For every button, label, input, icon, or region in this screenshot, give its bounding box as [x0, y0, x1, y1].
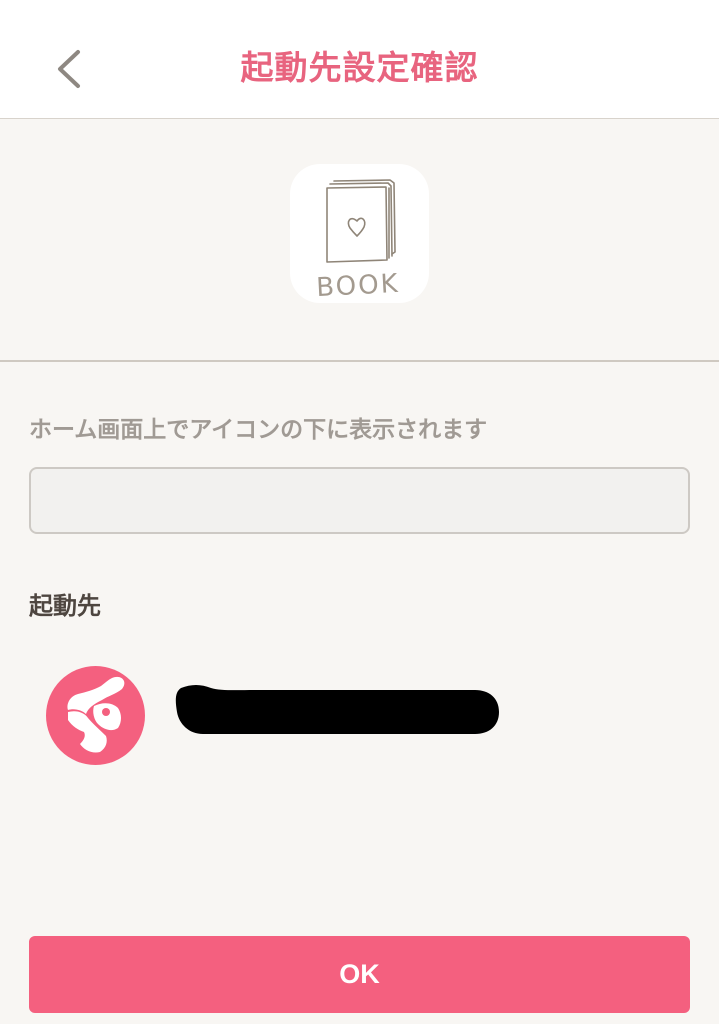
header-bar: 起動先設定確認 [0, 0, 719, 119]
launch-target-title: 起動先 [29, 592, 101, 620]
app-icon-label: BOOK [316, 269, 401, 303]
page-title: 起動先設定確認 [240, 48, 479, 87]
display-name-input[interactable] [29, 467, 690, 534]
launch-target-item[interactable] [0, 660, 719, 768]
launch-target-name-redacted [175, 684, 502, 738]
rabbit-globe-icon [46, 666, 145, 765]
icon-preview-section: BOOK [0, 120, 719, 362]
ok-button[interactable]: OK [29, 936, 690, 1013]
book-heart-icon: BOOK [316, 179, 401, 303]
display-name-label: ホーム画面上でアイコンの下に表示されます [29, 417, 488, 443]
app-icon-preview[interactable]: BOOK [290, 164, 429, 303]
